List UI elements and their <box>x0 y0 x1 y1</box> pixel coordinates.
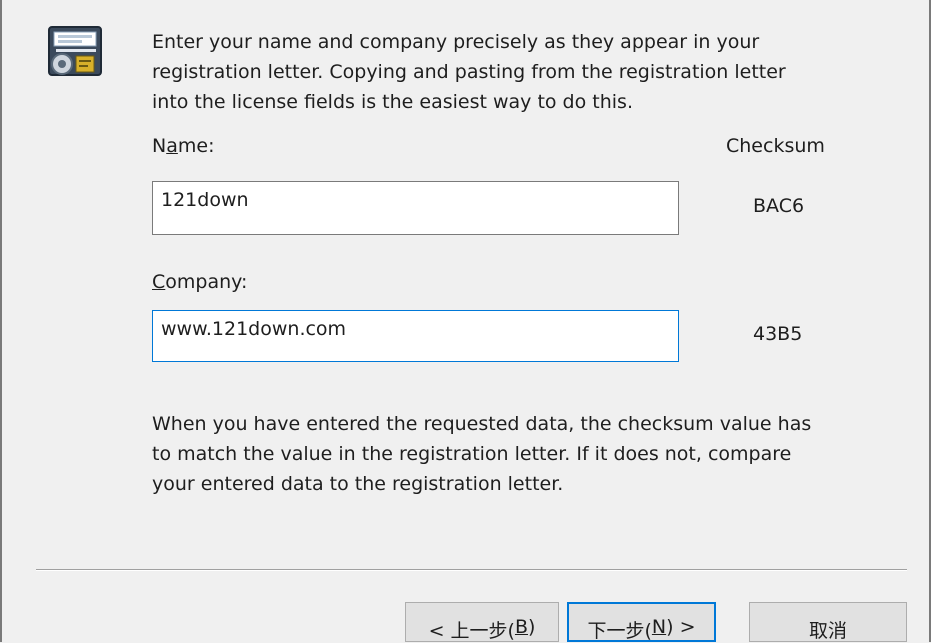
back-button[interactable]: < 上一步(B) <box>405 602 559 642</box>
checksum-header: Checksum <box>726 135 825 157</box>
name-label-mnemonic: a <box>166 135 178 157</box>
name-input[interactable] <box>152 181 679 235</box>
company-label: Company: <box>152 270 247 294</box>
back-button-label-end: ) <box>528 616 536 638</box>
company-label-end: ompany: <box>165 271 248 293</box>
next-button-label-start: 下一步( <box>587 620 652 642</box>
name-label-end: me: <box>177 135 215 157</box>
name-label-start: N <box>152 135 167 157</box>
next-button[interactable]: 下一步(N) > <box>567 602 716 642</box>
next-button-label-end: ) > <box>666 616 696 638</box>
company-checksum: 43B5 <box>753 323 803 345</box>
license-key-icon <box>46 24 106 82</box>
company-label-mnemonic: C <box>152 271 166 293</box>
name-checksum: BAC6 <box>753 195 805 217</box>
next-button-mnemonic: N <box>651 616 667 638</box>
back-button-label-start: < 上一步( <box>428 620 515 642</box>
cancel-button[interactable]: 取消 <box>749 602 907 642</box>
name-label: Name: <box>152 134 214 158</box>
intro-text: Enter your name and company precisely as… <box>152 31 786 113</box>
company-input[interactable] <box>152 310 679 362</box>
checksum-note: When you have entered the requested data… <box>152 413 812 495</box>
back-button-mnemonic: B <box>514 616 528 638</box>
separator-line <box>36 569 907 571</box>
window-frame-left <box>0 0 2 642</box>
